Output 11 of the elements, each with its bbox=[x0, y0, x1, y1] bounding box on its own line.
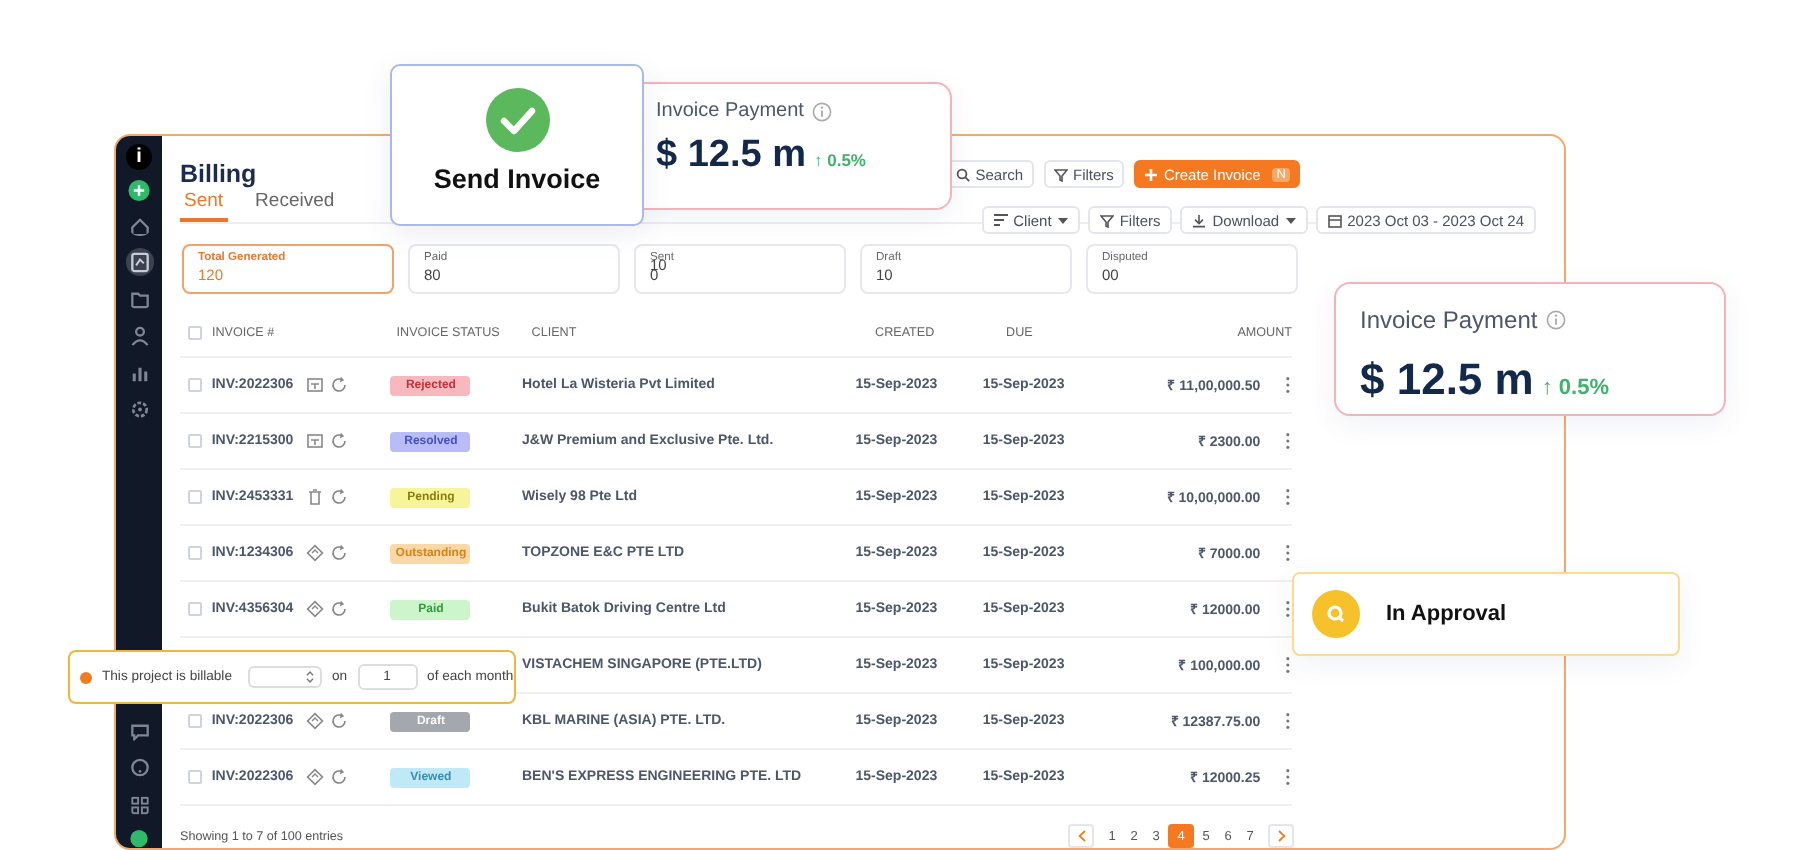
page-title: Billing bbox=[180, 160, 257, 188]
logo: i bbox=[126, 144, 152, 170]
payment-amount: $ 12.5 m bbox=[1360, 354, 1534, 406]
change-text: ↑ 0.5% bbox=[814, 150, 866, 170]
payment-amount: $ 12.5 m bbox=[656, 134, 806, 178]
tab[interactable]: Received bbox=[251, 190, 339, 222]
change-text: ↑ 0.5% bbox=[1541, 376, 1609, 400]
card-title: In Approval bbox=[1386, 602, 1507, 626]
card-title: Send Invoice bbox=[433, 164, 601, 194]
card-title: Invoice Payment bbox=[656, 100, 804, 122]
card-title: Invoice Payment bbox=[1360, 306, 1538, 334]
